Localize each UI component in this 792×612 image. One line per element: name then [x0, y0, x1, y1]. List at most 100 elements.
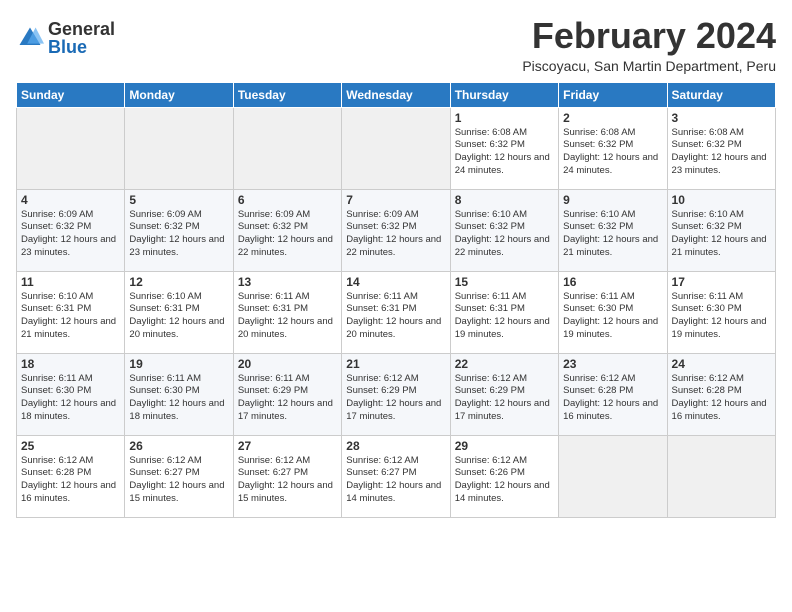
calendar-day-cell: 6Sunrise: 6:09 AM Sunset: 6:32 PM Daylig…	[233, 189, 341, 271]
title-block: February 2024 Piscoyacu, San Martin Depa…	[522, 16, 776, 74]
logo-blue: Blue	[48, 37, 87, 57]
calendar-table: SundayMondayTuesdayWednesdayThursdayFrid…	[16, 82, 776, 518]
calendar-day-cell: 12Sunrise: 6:10 AM Sunset: 6:31 PM Dayli…	[125, 271, 233, 353]
day-info: Sunrise: 6:12 AM Sunset: 6:27 PM Dayligh…	[346, 455, 445, 506]
day-info: Sunrise: 6:10 AM Sunset: 6:32 PM Dayligh…	[672, 209, 771, 260]
day-number: 27	[238, 439, 337, 453]
month-year-title: February 2024	[522, 16, 776, 56]
day-number: 19	[129, 357, 228, 371]
day-number: 18	[21, 357, 120, 371]
day-info: Sunrise: 6:12 AM Sunset: 6:28 PM Dayligh…	[672, 373, 771, 424]
day-number: 8	[455, 193, 554, 207]
calendar-day-cell	[667, 435, 775, 517]
day-number: 7	[346, 193, 445, 207]
calendar-day-cell: 7 Sunrise: 6:09 AM Sunset: 6:32 PM Daylig…	[342, 189, 450, 271]
day-number: 15	[455, 275, 554, 289]
calendar-day-cell: 13 Sunrise: 6:11 AM Sunset: 6:31 PM Dayli…	[233, 271, 341, 353]
day-number: 20	[238, 357, 337, 371]
calendar-day-cell: 14 Sunrise: 6:11 AM Sunset: 6:31 PM Dayli…	[342, 271, 450, 353]
day-of-week-header: Monday	[125, 82, 233, 107]
calendar-day-cell	[342, 107, 450, 189]
day-of-week-header: Sunday	[17, 82, 125, 107]
day-info: Sunrise: 6:11 AM Sunset: 6:30 PM Dayligh…	[129, 373, 228, 424]
calendar-day-cell: 28Sunrise: 6:12 AM Sunset: 6:27 PM Dayli…	[342, 435, 450, 517]
calendar-day-cell	[559, 435, 667, 517]
day-info: Sunrise: 6:11 AM Sunset: 6:31 PM Dayligh…	[238, 291, 337, 342]
day-info: Sunrise: 6:11 AM Sunset: 6:31 PM Dayligh…	[346, 291, 445, 342]
day-info: Sunrise: 6:10 AM Sunset: 6:32 PM Dayligh…	[563, 209, 662, 260]
calendar-day-cell: 15Sunrise: 6:11 AM Sunset: 6:31 PM Dayli…	[450, 271, 558, 353]
calendar-day-cell: 29 Sunrise: 6:12 AM Sunset: 6:26 PM Dayli…	[450, 435, 558, 517]
calendar-day-cell: 3 Sunrise: 6:08 AM Sunset: 6:32 PM Daylig…	[667, 107, 775, 189]
day-number: 3	[672, 111, 771, 125]
day-info: Sunrise: 6:09 AM Sunset: 6:32 PM Dayligh…	[21, 209, 120, 260]
day-number: 13	[238, 275, 337, 289]
logo-general: General	[48, 19, 115, 39]
calendar-day-cell: 2 Sunrise: 6:08 AM Sunset: 6:32 PM Daylig…	[559, 107, 667, 189]
day-info: Sunrise: 6:08 AM Sunset: 6:32 PM Dayligh…	[672, 127, 771, 178]
day-info: Sunrise: 6:09 AM Sunset: 6:32 PM Dayligh…	[346, 209, 445, 260]
calendar-day-cell	[233, 107, 341, 189]
day-of-week-header: Saturday	[667, 82, 775, 107]
calendar-week-row: 4 Sunrise: 6:09 AM Sunset: 6:32 PM Daylig…	[17, 189, 776, 271]
days-of-week-row: SundayMondayTuesdayWednesdayThursdayFrid…	[17, 82, 776, 107]
calendar-day-cell: 23 Sunrise: 6:12 AM Sunset: 6:28 PM Dayli…	[559, 353, 667, 435]
day-number: 4	[21, 193, 120, 207]
calendar-day-cell: 27 Sunrise: 6:12 AM Sunset: 6:27 PM Dayli…	[233, 435, 341, 517]
day-number: 5	[129, 193, 228, 207]
day-info: Sunrise: 6:12 AM Sunset: 6:29 PM Dayligh…	[346, 373, 445, 424]
calendar-day-cell: 9 Sunrise: 6:10 AM Sunset: 6:32 PM Daylig…	[559, 189, 667, 271]
day-number: 9	[563, 193, 662, 207]
calendar-day-cell	[125, 107, 233, 189]
day-info: Sunrise: 6:09 AM Sunset: 6:32 PM Dayligh…	[238, 209, 337, 260]
day-number: 29	[455, 439, 554, 453]
calendar-day-cell: 10Sunrise: 6:10 AM Sunset: 6:32 PM Dayli…	[667, 189, 775, 271]
calendar-day-cell: 5 Sunrise: 6:09 AM Sunset: 6:32 PM Daylig…	[125, 189, 233, 271]
calendar-day-cell: 26 Sunrise: 6:12 AM Sunset: 6:27 PM Dayli…	[125, 435, 233, 517]
header: General Blue February 2024 Piscoyacu, Sa…	[16, 16, 776, 74]
day-number: 21	[346, 357, 445, 371]
calendar-day-cell: 16 Sunrise: 6:11 AM Sunset: 6:30 PM Dayli…	[559, 271, 667, 353]
day-number: 25	[21, 439, 120, 453]
calendar-week-row: 11Sunrise: 6:10 AM Sunset: 6:31 PM Dayli…	[17, 271, 776, 353]
calendar-week-row: 1 Sunrise: 6:08 AM Sunset: 6:32 PM Daylig…	[17, 107, 776, 189]
day-number: 1	[455, 111, 554, 125]
day-of-week-header: Friday	[559, 82, 667, 107]
calendar-day-cell: 4 Sunrise: 6:09 AM Sunset: 6:32 PM Daylig…	[17, 189, 125, 271]
day-number: 23	[563, 357, 662, 371]
day-number: 2	[563, 111, 662, 125]
calendar-day-cell: 8 Sunrise: 6:10 AM Sunset: 6:32 PM Daylig…	[450, 189, 558, 271]
day-info: Sunrise: 6:12 AM Sunset: 6:27 PM Dayligh…	[129, 455, 228, 506]
day-info: Sunrise: 6:08 AM Sunset: 6:32 PM Dayligh…	[563, 127, 662, 178]
day-number: 24	[672, 357, 771, 371]
calendar-body: 1 Sunrise: 6:08 AM Sunset: 6:32 PM Daylig…	[17, 107, 776, 517]
day-number: 14	[346, 275, 445, 289]
day-info: Sunrise: 6:11 AM Sunset: 6:30 PM Dayligh…	[563, 291, 662, 342]
day-number: 12	[129, 275, 228, 289]
day-info: Sunrise: 6:12 AM Sunset: 6:27 PM Dayligh…	[238, 455, 337, 506]
day-number: 16	[563, 275, 662, 289]
day-info: Sunrise: 6:12 AM Sunset: 6:28 PM Dayligh…	[563, 373, 662, 424]
day-info: Sunrise: 6:10 AM Sunset: 6:32 PM Dayligh…	[455, 209, 554, 260]
day-info: Sunrise: 6:11 AM Sunset: 6:30 PM Dayligh…	[21, 373, 120, 424]
day-number: 26	[129, 439, 228, 453]
day-info: Sunrise: 6:08 AM Sunset: 6:32 PM Dayligh…	[455, 127, 554, 178]
calendar-day-cell: 18 Sunrise: 6:11 AM Sunset: 6:30 PM Dayli…	[17, 353, 125, 435]
day-of-week-header: Wednesday	[342, 82, 450, 107]
calendar-week-row: 25 Sunrise: 6:12 AM Sunset: 6:28 PM Dayli…	[17, 435, 776, 517]
calendar-day-cell: 19 Sunrise: 6:11 AM Sunset: 6:30 PM Dayli…	[125, 353, 233, 435]
day-info: Sunrise: 6:12 AM Sunset: 6:26 PM Dayligh…	[455, 455, 554, 506]
calendar-week-row: 18 Sunrise: 6:11 AM Sunset: 6:30 PM Dayli…	[17, 353, 776, 435]
day-info: Sunrise: 6:12 AM Sunset: 6:28 PM Dayligh…	[21, 455, 120, 506]
logo-text: General Blue	[48, 20, 115, 56]
calendar-day-cell: 25 Sunrise: 6:12 AM Sunset: 6:28 PM Dayli…	[17, 435, 125, 517]
calendar-day-cell: 22Sunrise: 6:12 AM Sunset: 6:29 PM Dayli…	[450, 353, 558, 435]
day-info: Sunrise: 6:09 AM Sunset: 6:32 PM Dayligh…	[129, 209, 228, 260]
calendar-header: SundayMondayTuesdayWednesdayThursdayFrid…	[17, 82, 776, 107]
day-info: Sunrise: 6:12 AM Sunset: 6:29 PM Dayligh…	[455, 373, 554, 424]
logo-icon	[16, 24, 44, 52]
day-info: Sunrise: 6:11 AM Sunset: 6:29 PM Dayligh…	[238, 373, 337, 424]
calendar-day-cell: 24 Sunrise: 6:12 AM Sunset: 6:28 PM Dayli…	[667, 353, 775, 435]
calendar-day-cell: 11Sunrise: 6:10 AM Sunset: 6:31 PM Dayli…	[17, 271, 125, 353]
day-number: 11	[21, 275, 120, 289]
